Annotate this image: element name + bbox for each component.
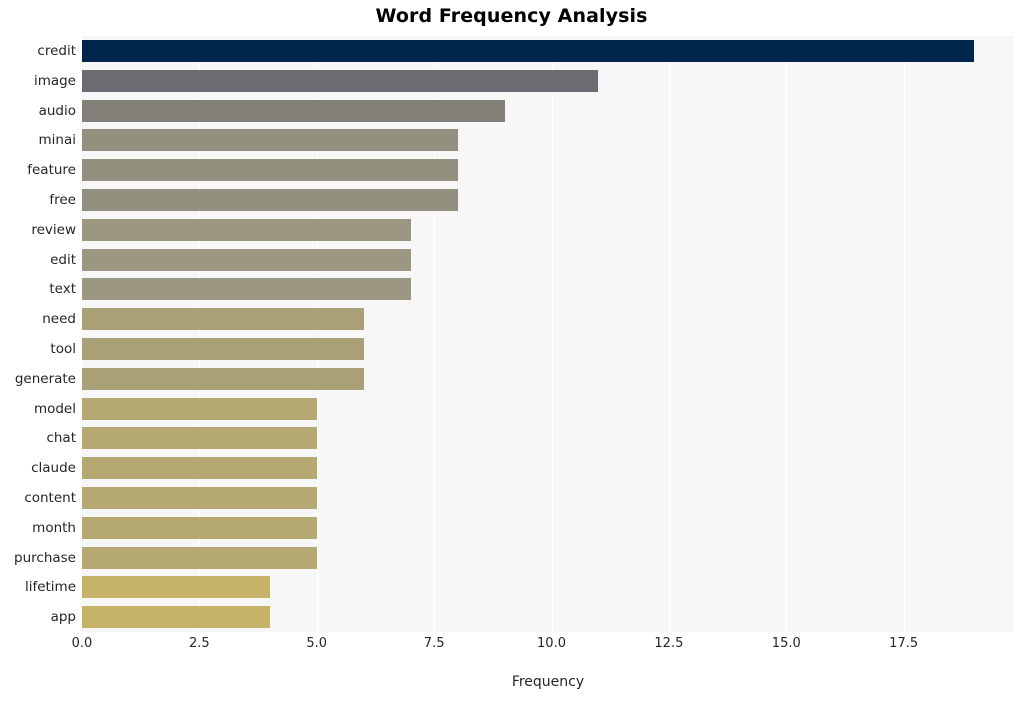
gridline [316, 36, 318, 632]
bar [82, 188, 458, 211]
bar [82, 576, 270, 599]
gridline [786, 36, 788, 632]
y-tick-label-minai: minai [38, 132, 76, 149]
bar [82, 397, 317, 420]
y-tick-label-image: image [33, 72, 76, 89]
y-tick-label-generate: generate [14, 370, 76, 387]
x-tick-label-12.5: 12.5 [654, 636, 684, 651]
y-tick-label-purchase: purchase [14, 549, 76, 566]
y-tick-label-edit: edit [50, 251, 76, 268]
x-tick-label-10.0: 10.0 [537, 636, 566, 651]
bar [82, 129, 458, 152]
x-tick-label-5.0: 5.0 [306, 636, 328, 651]
bar [82, 486, 317, 509]
y-tick-label-month: month [32, 519, 76, 536]
bar [82, 278, 411, 301]
y-tick-label-tool: tool [50, 340, 76, 357]
y-axis-tick-labels: credit image audio minai feature free review ed… [0, 36, 76, 632]
y-tick-label-claude: claude [31, 460, 76, 477]
bar [82, 69, 599, 92]
y-tick-label-app: app [50, 609, 76, 626]
y-tick-label-model: model [33, 400, 76, 417]
plot-area [82, 36, 1014, 632]
y-tick-label-lifetime: lifetime [24, 579, 76, 596]
chart-figure: Word Frequency Analysis credit image audio… [0, 0, 1023, 701]
gridline [434, 36, 436, 632]
bar [82, 546, 317, 569]
y-tick-label-review: review [31, 221, 76, 238]
y-tick-label-audio: audio [38, 102, 76, 119]
x-axis-label: Frequency [511, 674, 585, 690]
bar [82, 427, 317, 450]
x-tick-label-7.5: 7.5 [423, 636, 445, 651]
gridline [551, 36, 553, 632]
bar [82, 159, 458, 182]
y-tick-label-feature: feature [27, 162, 76, 179]
x-tick-label-0.0: 0.0 [71, 636, 93, 651]
bar [82, 39, 975, 62]
bar [82, 218, 411, 241]
bar [82, 248, 411, 271]
bar [82, 516, 317, 539]
gridline [199, 36, 201, 632]
bar [82, 606, 270, 629]
y-tick-label-need: need [42, 311, 76, 328]
bar [82, 99, 505, 122]
x-tick-label-17.5: 17.5 [889, 636, 919, 651]
y-tick-label-chat: chat [46, 430, 76, 447]
x-tick-label-15.0: 15.0 [771, 636, 801, 651]
x-tick-label-2.5: 2.5 [189, 636, 210, 651]
x-axis-tick-labels: 0.0 2.5 5.0 7.5 10.0 12.5 15.0 17.5 [0, 636, 1023, 658]
bar [82, 457, 317, 480]
gridline [668, 36, 670, 632]
gridline [903, 36, 905, 632]
bar [82, 367, 364, 390]
bar [82, 308, 364, 331]
y-tick-label-content: content [24, 489, 76, 506]
y-tick-label-credit: credit [37, 42, 76, 59]
bar [82, 337, 364, 360]
y-tick-label-text: text [49, 281, 76, 298]
chart-title: Word Frequency Analysis [375, 5, 648, 27]
y-tick-label-free: free [49, 191, 76, 208]
